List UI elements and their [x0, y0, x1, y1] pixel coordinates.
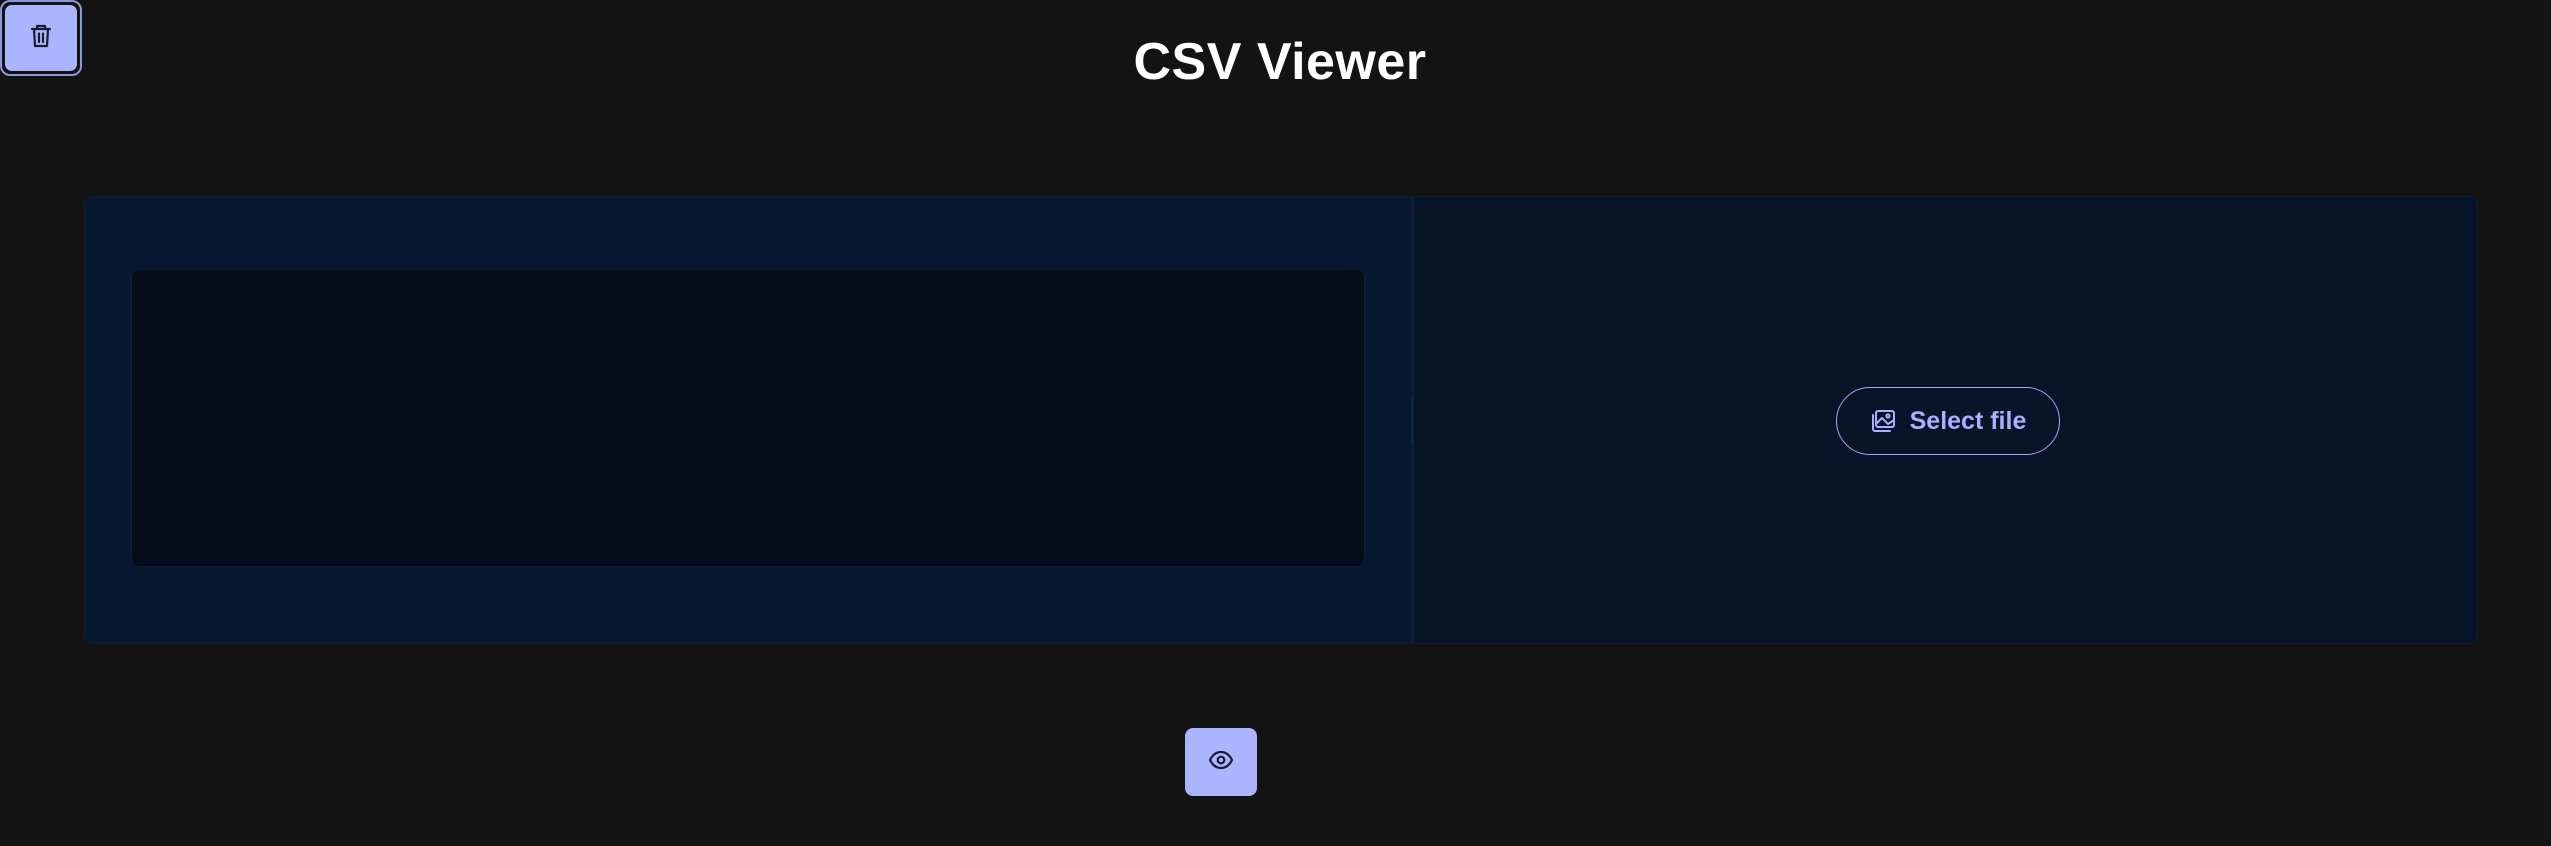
select-file-label: Select file — [1909, 406, 2027, 435]
select-file-button[interactable]: Select file — [1836, 387, 2060, 455]
upload-pane: Select file — [1414, 197, 2477, 643]
csv-text-editor[interactable] — [131, 269, 1365, 567]
page-title: CSV Viewer — [1133, 33, 1427, 91]
workspace-panel: Select file — [84, 196, 2478, 644]
input-pane — [85, 197, 1411, 643]
eye-icon — [1208, 750, 1234, 775]
csv-viewer-page: CSV Viewer Select file — [0, 0, 2551, 846]
image-icon — [1870, 409, 1896, 433]
preview-button[interactable] — [1185, 728, 1257, 796]
